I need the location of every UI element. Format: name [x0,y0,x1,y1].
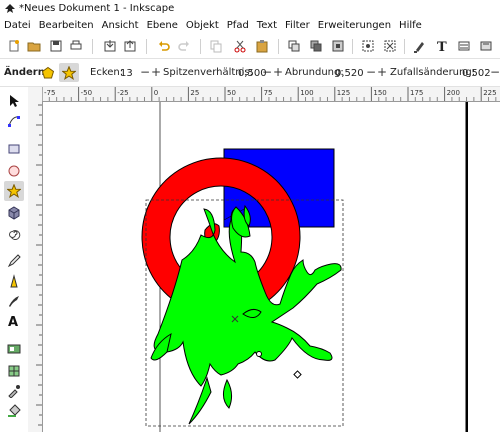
separator [92,39,93,54]
rounding-increment-button[interactable]: + [377,66,387,78]
undo-icon[interactable] [156,38,172,54]
title-bar: *Neues Dokument 1 - Inkscape [0,0,500,17]
vertical-ruler-ticks [36,104,42,426]
randomize-decrement-button[interactable]: − [490,66,500,78]
separator [352,39,353,54]
menu-bar: Datei Bearbeiten Ansicht Ebene Objekt Pf… [0,17,500,34]
gradient-tool-icon[interactable] [4,339,24,359]
star-handle-circle[interactable] [256,351,262,357]
menu-bearbeiten[interactable]: Bearbeiten [35,20,98,31]
svg-text:T: T [437,40,447,53]
menu-erweiterungen[interactable]: Erweiterungen [314,20,395,31]
cut-icon[interactable] [232,38,248,54]
ruler-label: 225 [483,89,496,97]
xml-editor-icon[interactable] [456,38,472,54]
dropper-tool-icon[interactable] [4,381,24,401]
menu-pfad[interactable]: Pfad [223,20,253,31]
separator [404,39,405,54]
pen-tool-icon[interactable] [4,271,24,291]
corners-input[interactable] [120,66,138,80]
unlink-clone-icon[interactable] [330,38,346,54]
rounding-decrement-button[interactable]: − [366,66,376,78]
paint-bucket-tool-icon[interactable] [4,401,24,421]
copy-icon[interactable] [208,38,224,54]
circle-tool-icon[interactable] [4,161,24,181]
redo-icon[interactable] [176,38,192,54]
star-tool-icon[interactable] [4,181,24,201]
menu-objekt[interactable]: Objekt [182,20,223,31]
star-handle-diamond[interactable] [293,370,302,379]
svg-text:A: A [8,315,18,328]
ruler-label: 125 [337,89,350,97]
ruler-label: 175 [410,89,423,97]
ruler-label: 0 [154,89,158,97]
polygon-mode-icon[interactable] [38,63,58,82]
randomize-input[interactable] [462,66,492,80]
horizontal-ruler-ticks: -75 -50 -25 0 25 50 75 100 125 150 175 200 225 [41,87,497,101]
pencil-tool-icon[interactable] [4,251,24,271]
ruler-label: 50 [227,89,236,97]
window-title: *Neues Dokument 1 - Inkscape [19,3,175,14]
rounding-input[interactable] [335,66,363,80]
open-folder-icon[interactable] [26,38,42,54]
selector-tool-icon[interactable] [4,91,24,111]
rectangle-tool-icon[interactable] [4,139,24,159]
ruler-corner [28,87,42,101]
ruler-label: -25 [117,89,128,97]
separator [146,39,147,54]
tool-controls-bar: Ändern: Ecken: − + Spitzenverhältnis: − … [0,60,500,87]
menu-datei[interactable]: Datei [0,20,35,31]
corners-label: Ecken: [90,67,124,78]
fill-stroke-icon[interactable] [412,38,428,54]
save-icon[interactable] [48,38,64,54]
ruler-label: 25 [190,89,199,97]
menu-filter[interactable]: Filter [281,20,314,31]
spoke-increment-button[interactable]: + [273,66,283,78]
group-icon[interactable] [360,38,376,54]
ruler-label: 150 [373,89,386,97]
corners-increment-button[interactable]: + [151,66,161,78]
corners-decrement-button[interactable]: − [140,66,150,78]
horizontal-ruler[interactable]: -75 -50 -25 0 25 50 75 100 125 150 175 200 225 [28,87,500,102]
spoke-decrement-button[interactable]: − [262,66,272,78]
menu-hilfe[interactable]: Hilfe [395,20,426,31]
vertical-ruler[interactable] [28,101,43,432]
ungroup-icon[interactable] [382,38,398,54]
duplicate-icon[interactable] [286,38,302,54]
mesh-tool-icon[interactable] [4,361,24,381]
star-mode-icon[interactable] [59,63,79,82]
print-icon[interactable] [68,38,84,54]
ruler-label: 100 [300,89,313,97]
ruler-label: 200 [447,89,460,97]
node-tool-icon[interactable] [4,111,24,131]
separator [278,39,279,54]
menu-text[interactable]: Text [253,20,281,31]
separator [200,39,201,54]
ruler-label: 75 [264,89,273,97]
green-fragment-bottom[interactable] [223,378,233,409]
ruler-label: -75 [44,89,55,97]
spiral-tool-icon[interactable] [4,223,24,243]
menu-ansicht[interactable]: Ansicht [98,20,143,31]
export-icon[interactable] [122,38,138,54]
text-tool-icon[interactable]: A [4,311,24,331]
3d-box-tool-icon[interactable] [4,203,24,223]
import-icon[interactable] [102,38,118,54]
toolbox: A [0,87,28,432]
ruler-label: -50 [81,89,92,97]
calligraphy-tool-icon[interactable] [4,291,24,311]
commands-bar: T [0,35,500,59]
paste-icon[interactable] [254,38,270,54]
menu-ebene[interactable]: Ebene [143,20,182,31]
objects-icon[interactable] [478,38,494,54]
inkscape-logo-icon [5,3,15,13]
new-document-icon[interactable] [6,38,22,54]
clone-icon[interactable] [308,38,324,54]
drawing-canvas[interactable] [43,102,500,432]
text-font-icon[interactable]: T [434,38,450,54]
